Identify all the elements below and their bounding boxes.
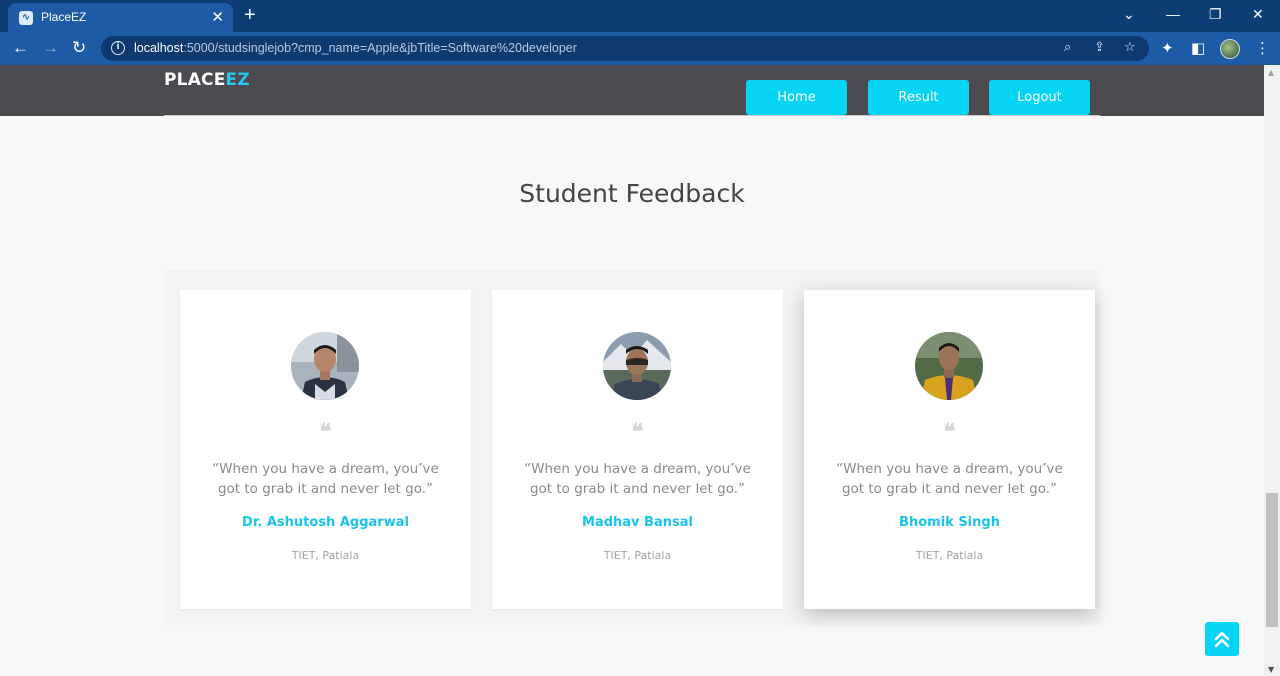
share-icon[interactable]: ⇪ <box>1094 40 1105 56</box>
back-arrow-icon[interactable]: ← <box>12 38 29 58</box>
logout-button[interactable]: Logout <box>989 80 1090 115</box>
testimonial-org: TIET, Patiala <box>291 549 360 562</box>
person-photo <box>915 332 983 400</box>
url-path: :5000/studsinglejob?cmp_name=Apple&jbTit… <box>183 41 577 55</box>
logo-main: PLACE <box>164 70 226 90</box>
testimonial-quote: “When you have a dream, you’ve got to gr… <box>836 461 1063 497</box>
tab-search-chevron-icon[interactable]: ⌄ <box>1123 5 1135 23</box>
browser-tab[interactable]: ∿ PlaceEZ ✕ <box>8 3 233 32</box>
site-logo[interactable]: PLACEEZ <box>164 70 250 90</box>
testimonial-org: TIET, Patiala <box>915 549 984 562</box>
testimonial-card: ❝ “When you have a dream, you’ve got to … <box>180 290 471 609</box>
testimonial-name: Dr. Ashutosh Aggarwal <box>242 515 409 530</box>
scroll-up-arrow-icon[interactable]: ▲ <box>1268 69 1274 77</box>
person-photo <box>291 332 359 400</box>
home-button[interactable]: Home <box>746 80 847 115</box>
testimonial-name: Madhav Bansal <box>582 515 693 530</box>
testimonial-card: ❝ “When you have a dream, you’ve got to … <box>804 290 1095 609</box>
header-divider <box>164 115 1100 116</box>
url-host: localhost <box>134 41 184 55</box>
double-chevron-up-icon <box>1214 631 1230 648</box>
person-photo-image <box>603 332 671 400</box>
testimonial-card: ❝ “When you have a dream, you’ve got to … <box>492 290 783 609</box>
person-photo <box>603 332 671 400</box>
scroll-to-top-button[interactable] <box>1205 622 1239 656</box>
site-info-icon[interactable]: i <box>111 41 125 55</box>
site-header: PLACEEZ Home Result Logout <box>0 65 1264 116</box>
page-scrollbar[interactable]: ▲ ▼ <box>1264 65 1280 676</box>
person-photo-image <box>291 332 359 400</box>
testimonial-org: TIET, Patiala <box>603 549 672 562</box>
quote-icon: ❝ <box>319 419 332 445</box>
forward-arrow-icon[interactable]: → <box>42 38 59 58</box>
page-viewport: PLACEEZ Home Result Logout Student Feedb… <box>0 65 1264 676</box>
profile-avatar[interactable] <box>1220 39 1240 59</box>
restore-icon[interactable]: ❐ <box>1209 5 1222 23</box>
result-button[interactable]: Result <box>868 80 969 115</box>
favicon-icon: ∿ <box>19 11 33 25</box>
new-tab-icon[interactable]: + <box>244 4 256 26</box>
quote-icon: ❝ <box>631 419 644 445</box>
quote-icon: ❝ <box>943 419 956 445</box>
browser-address-bar: ← → ↻ i localhost:5000/studsinglejob?cmp… <box>0 32 1280 65</box>
tab-title: PlaceEZ <box>41 10 87 24</box>
bookmark-star-icon[interactable]: ☆ <box>1124 40 1136 56</box>
section-title: Student Feedback <box>519 179 745 208</box>
person-photo-image <box>915 332 983 400</box>
scroll-down-arrow-icon[interactable]: ▼ <box>1268 666 1274 674</box>
side-panel-icon[interactable]: ◧ <box>1191 39 1205 57</box>
extensions-puzzle-icon[interactable]: ✦ <box>1161 39 1174 57</box>
menu-kebab-icon[interactable]: ⋮ <box>1255 39 1270 57</box>
browser-tab-bar: ∿ PlaceEZ ✕ + ⌄ — ❐ ✕ <box>0 0 1280 32</box>
scrollbar-thumb[interactable] <box>1266 493 1278 627</box>
logo-accent: EZ <box>225 70 250 90</box>
close-tab-icon[interactable]: ✕ <box>211 8 224 26</box>
minimize-icon[interactable]: — <box>1166 5 1180 23</box>
testimonial-name: Bhomik Singh <box>899 515 1000 530</box>
reload-icon[interactable]: ↻ <box>72 38 86 58</box>
url-field[interactable]: i localhost:5000/studsinglejob?cmp_name=… <box>101 36 1149 61</box>
url-text: localhost:5000/studsinglejob?cmp_name=Ap… <box>134 41 577 55</box>
close-window-icon[interactable]: ✕ <box>1252 5 1264 23</box>
testimonial-quote: “When you have a dream, you’ve got to gr… <box>212 461 439 497</box>
zoom-icon[interactable]: ⌕ <box>1064 40 1071 56</box>
testimonial-quote: “When you have a dream, you’ve got to gr… <box>524 461 751 497</box>
